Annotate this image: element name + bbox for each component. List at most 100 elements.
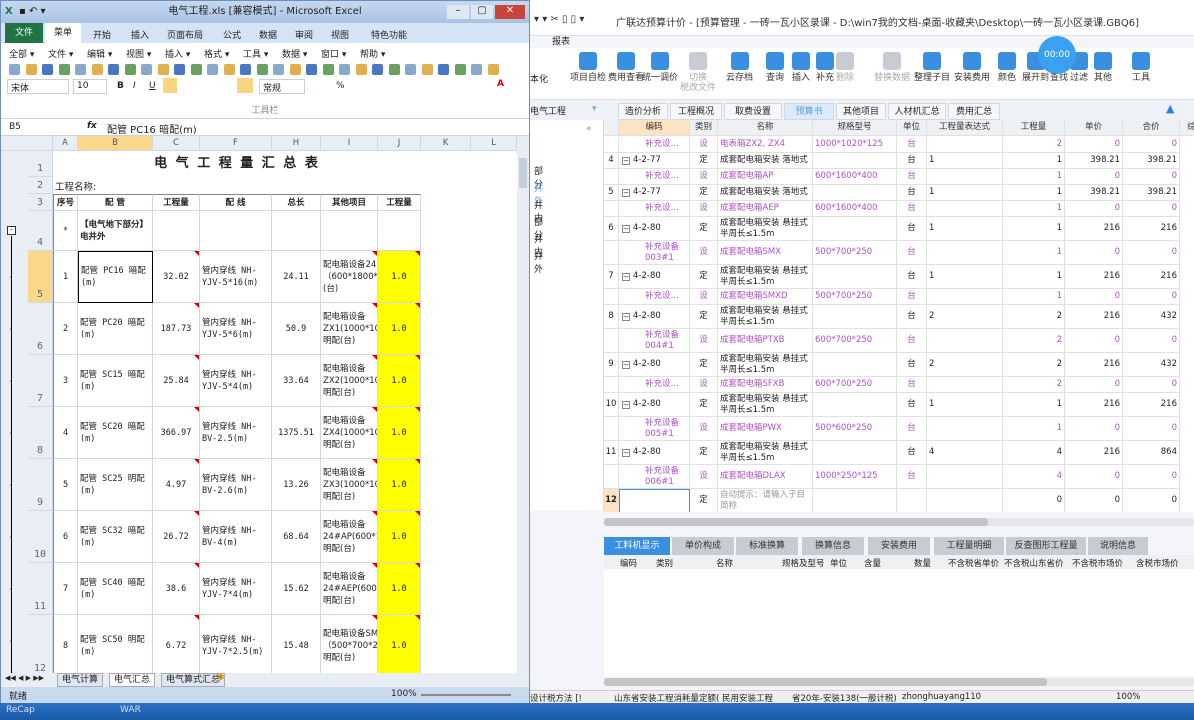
- nav-tab-1[interactable]: 工程概况: [670, 103, 722, 120]
- toolbar-icon[interactable]: [240, 64, 251, 75]
- grid-cell-name[interactable]: 电表箱ZX2, ZX4: [718, 137, 813, 153]
- project-select[interactable]: 电气工程: [530, 104, 566, 117]
- grid-cell-price[interactable]: 216: [1065, 217, 1123, 241]
- grid-cell-spec[interactable]: 1000*1020*125: [813, 137, 897, 153]
- cell-pipe[interactable]: 配管 SC32 暗配(m): [78, 511, 153, 563]
- ribbon-button-12[interactable]: 颜色: [998, 52, 1016, 83]
- minimize-button[interactable]: –: [447, 5, 469, 19]
- toolbar-icon[interactable]: [42, 64, 53, 75]
- grid-cell-total[interactable]: 0: [1123, 417, 1180, 441]
- menu-8[interactable]: 窗口 ▾: [321, 47, 346, 60]
- menu-6[interactable]: 工具 ▾: [243, 47, 268, 60]
- grid-header-8[interactable]: 合价: [1123, 120, 1180, 136]
- cell-q2[interactable]: 1.0: [378, 459, 421, 511]
- collapse-tree-icon[interactable]: −: [622, 361, 630, 369]
- grid-header-6[interactable]: 工程量: [1003, 120, 1065, 136]
- grid-header-9[interactable]: 综: [1180, 120, 1194, 136]
- grid-cell-total[interactable]: 216: [1123, 393, 1180, 417]
- grid-cell-total[interactable]: 0: [1123, 465, 1180, 489]
- grid-cell-price[interactable]: 216: [1065, 353, 1123, 377]
- select-all[interactable]: [1, 136, 53, 151]
- detail-header-3[interactable]: 规格及型号: [782, 557, 825, 569]
- grid-cell-qty[interactable]: 1: [1003, 241, 1065, 265]
- col-header-K[interactable]: K: [421, 136, 471, 151]
- col-header-A[interactable]: A: [53, 136, 78, 151]
- toolbar-icon[interactable]: [25, 64, 37, 75]
- collapse-tree-icon[interactable]: −: [622, 225, 630, 233]
- grid-cell-qty[interactable]: 2: [1003, 353, 1065, 377]
- row-header[interactable]: 8: [28, 407, 53, 459]
- grid-cell-unit[interactable]: 台: [897, 465, 927, 489]
- ribbon-button-7[interactable]: 补充: [816, 52, 834, 83]
- cell-no[interactable]: 8: [53, 615, 78, 673]
- ribbon-button-3[interactable]: 切换 税改文件: [680, 52, 716, 93]
- grid-cell-expr[interactable]: 2: [927, 353, 1003, 377]
- row-header[interactable]: 3: [28, 194, 53, 211]
- grid-cell-name[interactable]: 成套配电箱安装 悬挂式 半周长≤1.5m: [718, 441, 813, 465]
- grid-header-3[interactable]: 规格型号: [813, 120, 897, 136]
- cell-no[interactable]: 7: [53, 563, 78, 615]
- toolbar-icon[interactable]: [388, 64, 400, 75]
- ribbon-tab-4[interactable]: 页面布局: [167, 28, 203, 41]
- grid-cell-price[interactable]: 216: [1065, 393, 1123, 417]
- detail-header-10[interactable]: 含税市场价: [1136, 557, 1179, 569]
- grid-cell-price[interactable]: 0: [1065, 465, 1123, 489]
- grid-cell-expr[interactable]: [927, 329, 1003, 353]
- quick-access-icons[interactable]: ▾ ▾ ✂ ▯ ▯ ▾: [534, 14, 584, 25]
- grid-cell-unit[interactable]: 台: [897, 441, 927, 465]
- toolbar-icon[interactable]: [471, 64, 482, 75]
- nav-tab-2[interactable]: 取费设置: [724, 103, 782, 120]
- grid-cell-spec[interactable]: 500*600*250: [813, 417, 897, 441]
- cell-other[interactable]: 配电箱设备ZX1(1000*1020*125)明配(台): [321, 303, 378, 355]
- grid-cell-unit[interactable]: 台: [897, 329, 927, 353]
- grid-cell-expr[interactable]: [927, 377, 1003, 393]
- ribbon-tab-3[interactable]: 插入: [131, 28, 149, 41]
- toolbar-icon[interactable]: [438, 64, 449, 75]
- recording-timer[interactable]: 00:00: [1038, 36, 1076, 74]
- detail-header-9[interactable]: 不含税市场价: [1072, 557, 1123, 569]
- grid-cell-price[interactable]: 216: [1065, 441, 1123, 465]
- grid-cell-code[interactable]: 补充设…: [619, 377, 690, 393]
- detail-tab-1[interactable]: 单价构成: [672, 537, 734, 555]
- cell-pipe[interactable]: 配管 SC25 明配(m): [78, 459, 153, 511]
- menu-3[interactable]: 视图 ▾: [126, 47, 151, 60]
- collapse-tree-icon[interactable]: −: [622, 449, 630, 457]
- bold-button[interactable]: B: [117, 81, 124, 91]
- ribbon-button-10[interactable]: 整理子目: [914, 52, 950, 83]
- cell-q2[interactable]: 1.0: [378, 615, 421, 673]
- taskbar-item-war[interactable]: WAR: [120, 705, 141, 715]
- toolbar-icon[interactable]: [322, 64, 334, 75]
- grid-header-5[interactable]: 工程量表达式: [927, 120, 1003, 136]
- detail-header-7[interactable]: 不含税省单价: [948, 557, 999, 569]
- col-header-H[interactable]: H: [272, 136, 321, 151]
- collapse-tree-icon[interactable]: −: [622, 313, 630, 321]
- grid-cell-name[interactable]: 成套配电箱安装 悬挂式 半周长≤1.5m: [718, 305, 813, 329]
- new-sheet-icon[interactable]: ✱: [217, 673, 233, 687]
- grid-cell-name[interactable]: 成套配电箱DLAX: [718, 465, 813, 489]
- grid-cell-total[interactable]: 0: [1123, 329, 1180, 353]
- nav-tab-0[interactable]: 造价分析: [618, 103, 668, 120]
- grid-cell-code[interactable]: [619, 489, 690, 512]
- grid-cell-total[interactable]: 398.21: [1123, 153, 1180, 169]
- detail-header-4[interactable]: 单位: [830, 557, 847, 569]
- cell-other[interactable]: 配电箱设备ZX3(1000*1020*125)明配(台): [321, 459, 378, 511]
- vscrollbar[interactable]: [517, 136, 529, 673]
- grid-cell-expr[interactable]: [927, 137, 1003, 153]
- detail-header-1[interactable]: 类别: [656, 557, 673, 569]
- grid-cell-spec[interactable]: [813, 441, 897, 465]
- grid-cell-code[interactable]: 补充设…: [619, 169, 690, 185]
- toolbar-icon[interactable]: [405, 64, 416, 75]
- grid-cell-expr[interactable]: 4: [927, 441, 1003, 465]
- collapse-tree-icon[interactable]: −: [622, 273, 630, 281]
- toolbar-icon[interactable]: [174, 64, 185, 75]
- zoom-level[interactable]: 100%: [391, 689, 417, 699]
- grid-cell-unit[interactable]: [897, 489, 927, 512]
- ribbon-tab-2[interactable]: 开始: [93, 28, 111, 41]
- grid-cell-expr[interactable]: 1: [927, 217, 1003, 241]
- grid-header-2[interactable]: 名称: [718, 120, 813, 136]
- cell-q[interactable]: 38.6: [153, 563, 200, 615]
- fx-icon[interactable]: fx: [87, 121, 97, 131]
- nav-tab-3[interactable]: 预算书: [784, 103, 834, 120]
- cell-len[interactable]: 50.9: [272, 303, 321, 355]
- toolbar-icon[interactable]: [141, 64, 152, 75]
